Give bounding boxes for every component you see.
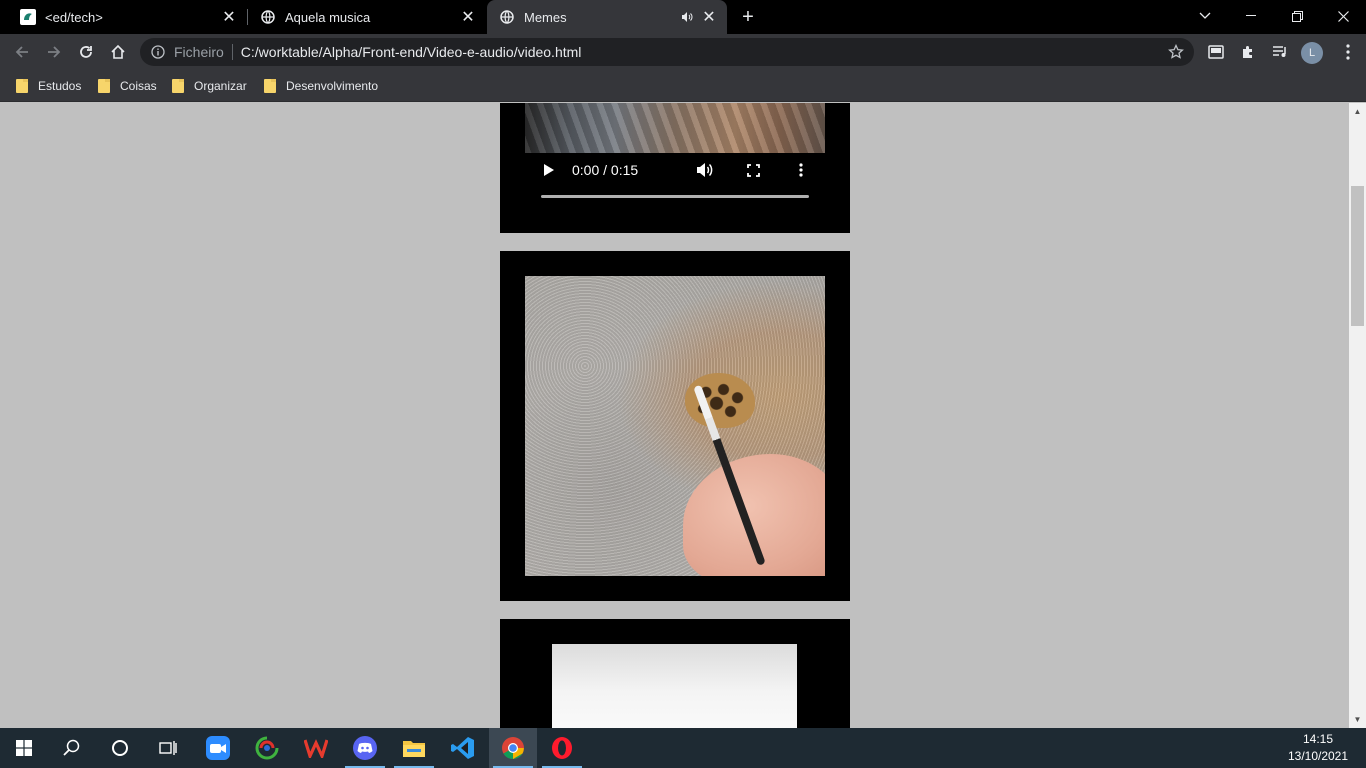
bookmarks-bar: Estudos Coisas Organizar Desenvolvimento — [0, 70, 1366, 102]
discord-app-icon[interactable] — [341, 728, 389, 768]
zoom-app-icon[interactable] — [194, 728, 242, 768]
folder-icon — [16, 79, 28, 93]
bookmark-folder-estudos[interactable]: Estudos — [16, 76, 81, 96]
clock-date: 13/10/2021 — [1287, 749, 1349, 763]
tab-memes[interactable]: Memes ✕ — [487, 0, 727, 34]
tab-strip: <ed/tech> ✕ Aquela musica ✕ Memes ✕ + — [0, 0, 1366, 34]
close-icon[interactable]: ✕ — [458, 7, 478, 27]
video-player-frame[interactable] — [552, 644, 797, 728]
bookmark-label: Desenvolvimento — [286, 79, 379, 93]
scroll-up-arrow-icon[interactable]: ▲ — [1349, 103, 1366, 120]
more-options-icon[interactable] — [795, 161, 807, 179]
windows-taskbar: 14:15 13/10/2021 — [0, 728, 1366, 768]
tab-edtech[interactable]: <ed/tech> ✕ — [0, 0, 247, 34]
clock-time: 14:15 — [1302, 732, 1334, 746]
close-icon[interactable]: ✕ — [219, 7, 239, 27]
video-time: 0:00 / 0:15 — [572, 162, 639, 178]
home-button[interactable] — [104, 38, 132, 66]
video-controls: 0:00 / 0:15 — [525, 153, 825, 199]
address-bar[interactable]: Ficheiro C:/worktable/Alpha/Front-end/Vi… — [140, 38, 1194, 66]
bookmark-label: Estudos — [38, 79, 82, 93]
close-window-button[interactable] — [1320, 0, 1366, 32]
menu-kebab-icon[interactable] — [1334, 38, 1362, 66]
scroll-down-arrow-icon[interactable]: ▼ — [1349, 711, 1366, 728]
bookmark-folder-organizar[interactable]: Organizar — [172, 76, 247, 96]
fullscreen-icon[interactable] — [745, 161, 761, 179]
video-turtle-shape — [685, 373, 755, 428]
scheme-label: Ficheiro — [174, 44, 224, 60]
video-player-frame[interactable] — [525, 103, 825, 153]
vscode-app-icon[interactable] — [439, 728, 487, 768]
bookmark-folder-coisas[interactable]: Coisas — [98, 76, 157, 96]
tab-title: Aquela musica — [285, 9, 371, 25]
url-text[interactable]: C:/worktable/Alpha/Front-end/Video-e-aud… — [241, 44, 1168, 60]
minimize-button[interactable] — [1228, 0, 1274, 32]
bookmark-label: Organizar — [194, 79, 247, 93]
tab-title: Memes — [524, 9, 567, 25]
scrollbar-thumb[interactable] — [1351, 186, 1364, 326]
back-button[interactable] — [8, 38, 36, 66]
browser-toolbar: Ficheiro C:/worktable/Alpha/Front-end/Vi… — [0, 34, 1366, 70]
video-card: 0:00 / 0:15 — [500, 103, 850, 233]
folder-icon — [98, 79, 110, 93]
greenshot-app-icon[interactable] — [243, 728, 291, 768]
video-hand-shape — [683, 454, 825, 576]
video-card — [500, 619, 850, 728]
tab-aquela-musica[interactable]: Aquela musica ✕ — [248, 0, 486, 34]
profile-avatar[interactable]: L — [1301, 42, 1323, 64]
reload-button[interactable] — [72, 38, 100, 66]
task-view-icon[interactable] — [144, 728, 192, 768]
edtech-favicon-icon — [20, 9, 36, 25]
wps-office-app-icon[interactable] — [292, 728, 340, 768]
folder-icon — [264, 79, 276, 93]
system-clock[interactable]: 14:15 13/10/2021 — [1278, 731, 1358, 765]
media-control-icon[interactable] — [1266, 38, 1294, 66]
tab-search-icon[interactable] — [1182, 0, 1228, 32]
folder-icon — [172, 79, 184, 93]
tab-title: <ed/tech> — [45, 9, 103, 25]
windows-start-icon[interactable] — [0, 728, 48, 768]
globe-icon — [260, 9, 276, 25]
address-separator — [231, 44, 233, 60]
page-scrollbar[interactable]: ▲ ▼ — [1349, 103, 1366, 728]
browser-window: <ed/tech> ✕ Aquela musica ✕ Memes ✕ + Fi… — [0, 0, 1366, 768]
info-icon[interactable] — [150, 44, 166, 60]
video-progress-bar[interactable] — [541, 195, 809, 198]
extensions-icon[interactable] — [1234, 38, 1262, 66]
search-icon[interactable] — [48, 728, 96, 768]
star-icon[interactable] — [1168, 44, 1184, 60]
video-player-frame[interactable] — [525, 276, 825, 576]
bookmark-folder-desenvolvimento[interactable]: Desenvolvimento — [264, 76, 378, 96]
globe-icon — [499, 9, 515, 25]
cortana-icon[interactable] — [96, 728, 144, 768]
audio-playing-icon[interactable] — [677, 7, 697, 27]
close-icon[interactable]: ✕ — [699, 7, 719, 27]
play-button[interactable] — [541, 161, 557, 179]
restore-button[interactable] — [1274, 0, 1320, 32]
video-card — [500, 251, 850, 601]
forward-button[interactable] — [40, 38, 68, 66]
opera-app-icon[interactable] — [538, 728, 586, 768]
picture-in-picture-icon[interactable] — [1202, 38, 1230, 66]
bookmark-label: Coisas — [120, 79, 157, 93]
page-viewport: 0:00 / 0:15 — [0, 103, 1366, 728]
file-explorer-app-icon[interactable] — [390, 728, 438, 768]
new-tab-button[interactable]: + — [738, 7, 758, 27]
volume-icon[interactable] — [696, 161, 714, 179]
chrome-app-icon[interactable] — [489, 728, 537, 768]
